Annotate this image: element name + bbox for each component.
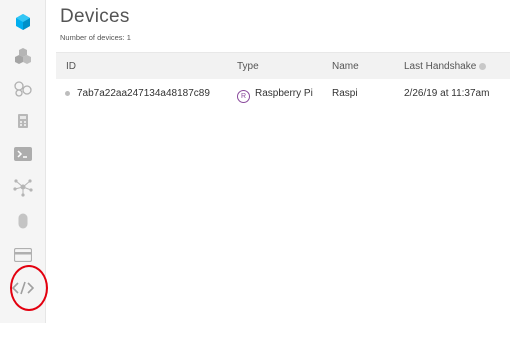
info-icon[interactable] — [479, 62, 487, 70]
device-status-dot — [65, 91, 70, 96]
column-header-id[interactable]: ID — [66, 61, 76, 72]
column-header-name[interactable]: Name — [332, 61, 359, 72]
device-count: Number of devices: 1 — [60, 33, 131, 42]
device-type: R Raspberry Pi — [237, 88, 313, 103]
particle-logo-icon[interactable] — [0, 7, 45, 37]
sim-card-icon[interactable] — [0, 206, 45, 236]
column-header-last-handshake-label: Last Handshake — [404, 61, 477, 72]
integrations-icon[interactable] — [0, 74, 45, 104]
device-type-badge: R — [237, 90, 250, 103]
table-row[interactable]: 7ab7a22aa247134a48187c89 R Raspberry Pi R… — [56, 80, 510, 106]
terminal-icon[interactable] — [0, 139, 45, 169]
console-icon[interactable] — [0, 106, 45, 136]
device-type-label: Raspberry Pi — [255, 88, 313, 99]
products-icon[interactable] — [0, 41, 45, 71]
annotation-circle — [10, 265, 48, 311]
mesh-network-icon[interactable] — [0, 172, 45, 202]
device-name[interactable]: Raspi — [332, 88, 358, 99]
column-header-type[interactable]: Type — [237, 61, 259, 72]
table-header: ID Type Name Last Handshake — [56, 52, 510, 79]
device-last-handshake: 2/26/19 at 11:37am — [404, 88, 490, 99]
column-header-last-handshake[interactable]: Last Handshake — [404, 61, 487, 72]
device-id[interactable]: 7ab7a22aa247134a48187c89 — [77, 88, 210, 99]
page-title: Devices — [60, 6, 130, 27]
